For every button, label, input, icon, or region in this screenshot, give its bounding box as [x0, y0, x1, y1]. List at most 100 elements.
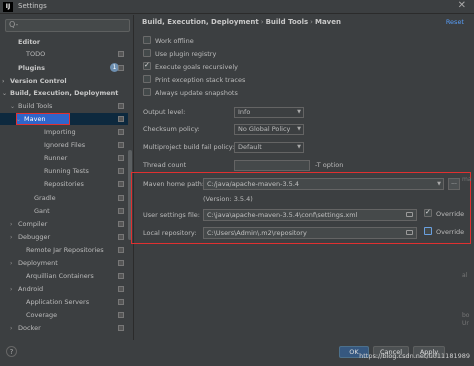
project-settings-icon: [118, 181, 124, 187]
breadcrumb: Build, Execution, Deployment › Build Tools…: [142, 18, 341, 26]
search-icon: Q-: [9, 20, 19, 29]
tree-item-gant[interactable]: Gant: [26, 205, 50, 217]
checkbox-box[interactable]: [143, 36, 151, 44]
tree-item-label: Repositories: [44, 180, 84, 188]
execute-goals-recursively-checkbox[interactable]: Execute goals recursively: [143, 60, 238, 73]
tree-item-plugins[interactable]: Plugins: [10, 62, 45, 74]
intellij-app-icon: IJ: [3, 2, 13, 12]
tree-item-label: Build, Execution, Deployment: [10, 89, 119, 97]
use-plugin-registry-checkbox[interactable]: Use plugin registry: [143, 49, 216, 60]
edge-text: al: [462, 272, 468, 279]
expand-arrow-icon[interactable]: ›: [10, 232, 18, 244]
project-settings-icon: [118, 299, 124, 305]
tree-item-remote-jar-repositories[interactable]: Remote Jar Repositories: [18, 244, 104, 256]
tree-item-todo[interactable]: TODO: [18, 48, 45, 60]
edge-text: Ur: [462, 320, 469, 327]
tree-item-label: Remote Jar Repositories: [26, 246, 104, 254]
title-bar: IJ Settings ✕: [0, 0, 474, 14]
tree-item-label: Gant: [34, 207, 50, 215]
tree-item-repositories[interactable]: Repositories: [36, 178, 84, 190]
checkbox-label: Use plugin registry: [155, 50, 217, 58]
expand-arrow-icon[interactable]: ›: [10, 258, 18, 270]
reset-link[interactable]: Reset: [446, 18, 464, 26]
work-offline-checkbox[interactable]: Work offline: [143, 36, 194, 47]
project-settings-icon: [118, 312, 124, 318]
always-update-snapshots-checkbox[interactable]: Always update snapshots: [143, 88, 238, 99]
tree-item-label: Editor: [18, 38, 41, 46]
project-settings-icon: [118, 260, 124, 266]
tree-item-maven[interactable]: ⌄ Maven: [16, 113, 46, 125]
settings-search-input[interactable]: Q-: [5, 19, 130, 32]
expand-arrow-icon[interactable]: ›: [10, 219, 18, 231]
tree-item-label: Plugins: [18, 64, 45, 72]
project-settings-icon: [118, 286, 124, 292]
tree-item-android[interactable]: › Android: [10, 283, 43, 295]
output-level-select[interactable]: Info ▼: [234, 107, 304, 118]
settings-sidebar: Q- Editor TODO Plugins 1 › Version Control ⌄ Bu…: [0, 15, 134, 340]
checksum-policy-select[interactable]: No Global Policy ▼: [234, 124, 304, 135]
tree-item-importing[interactable]: Importing: [36, 126, 76, 138]
watermark-text: https://blog.csdn.net/u011181989: [359, 352, 470, 360]
tree-item-label: Application Servers: [26, 298, 90, 306]
project-settings-icon: [118, 142, 124, 148]
checkbox-box[interactable]: [143, 88, 151, 96]
tree-item-editor[interactable]: Editor: [10, 36, 40, 48]
breadcrumb-separator: ›: [260, 18, 264, 26]
breadcrumb-part: Maven: [314, 18, 341, 26]
tree-item-label: Arquillian Containers: [26, 272, 94, 280]
expand-arrow-icon[interactable]: ›: [10, 323, 18, 335]
multiproject-policy-select[interactable]: Default ▼: [234, 142, 304, 153]
tree-item-build-execution-deployment[interactable]: ⌄ Build, Execution, Deployment: [2, 87, 118, 99]
tree-item-runner[interactable]: Runner: [36, 152, 67, 164]
tree-item-ignored-files[interactable]: Ignored Files: [36, 139, 85, 151]
tree-item-label: Importing: [44, 128, 76, 136]
tree-item-version-control[interactable]: › Version Control: [2, 75, 67, 87]
tree-item-docker[interactable]: › Docker: [10, 322, 41, 334]
tree-item-compiler[interactable]: › Compiler: [10, 218, 47, 230]
print-exception-stack-traces-checkbox[interactable]: Print exception stack traces: [143, 75, 245, 86]
expand-arrow-icon[interactable]: ⌄: [10, 101, 18, 113]
project-settings-icon: [118, 168, 124, 174]
output-level-label: Output level:: [143, 108, 186, 116]
highlight-annotation-box: [131, 172, 471, 244]
checkbox-box[interactable]: [143, 75, 151, 83]
window-title: Settings: [18, 2, 47, 10]
tree-item-label: Running Tests: [44, 167, 89, 175]
checkbox-label: Work offline: [155, 37, 194, 45]
chevron-down-icon: ▼: [297, 144, 301, 150]
select-value: Default: [238, 143, 262, 151]
tree-item-gradle[interactable]: Gradle: [26, 192, 56, 204]
tree-item-application-servers[interactable]: Application Servers: [18, 296, 89, 308]
expand-arrow-icon[interactable]: ⌄: [2, 88, 10, 100]
project-settings-icon: [118, 325, 124, 331]
tree-item-label: Maven: [24, 115, 46, 123]
expand-arrow-icon[interactable]: ›: [10, 284, 18, 296]
checkbox-label: Always update snapshots: [155, 89, 238, 97]
tree-item-build-tools[interactable]: ⌄ Build Tools: [10, 100, 52, 112]
project-settings-icon: [118, 247, 124, 253]
tree-item-running-tests[interactable]: Running Tests: [36, 165, 89, 177]
tree-item-deployment[interactable]: › Deployment: [10, 257, 58, 269]
tree-item-label: Gradle: [34, 194, 56, 202]
checksum-policy-label: Checksum policy:: [143, 125, 200, 133]
checkbox-box[interactable]: [143, 49, 151, 57]
checkbox-label: Execute goals recursively: [155, 63, 238, 71]
thread-count-input[interactable]: [234, 160, 310, 171]
tree-item-debugger[interactable]: › Debugger: [10, 231, 50, 243]
close-icon[interactable]: ✕: [458, 0, 466, 11]
checkbox-box[interactable]: [143, 60, 151, 71]
tree-item-label: TODO: [26, 50, 46, 58]
tree-item-arquillian-containers[interactable]: Arquillian Containers: [18, 270, 94, 282]
select-value: Info: [238, 108, 251, 116]
tree-item-label: Deployment: [18, 259, 58, 267]
thread-count-label: Thread count: [143, 161, 187, 169]
tree-item-label: Coverage: [26, 311, 58, 319]
project-settings-icon: [118, 195, 124, 201]
tree-item-coverage[interactable]: Coverage: [18, 309, 57, 321]
chevron-down-icon: ▼: [297, 126, 301, 132]
project-settings-icon: [118, 155, 124, 161]
help-button[interactable]: ?: [6, 346, 17, 357]
expand-arrow-icon[interactable]: ⌄: [16, 114, 24, 126]
tree-item-label: Ignored Files: [44, 141, 86, 149]
tree-item-label: Android: [18, 285, 44, 293]
